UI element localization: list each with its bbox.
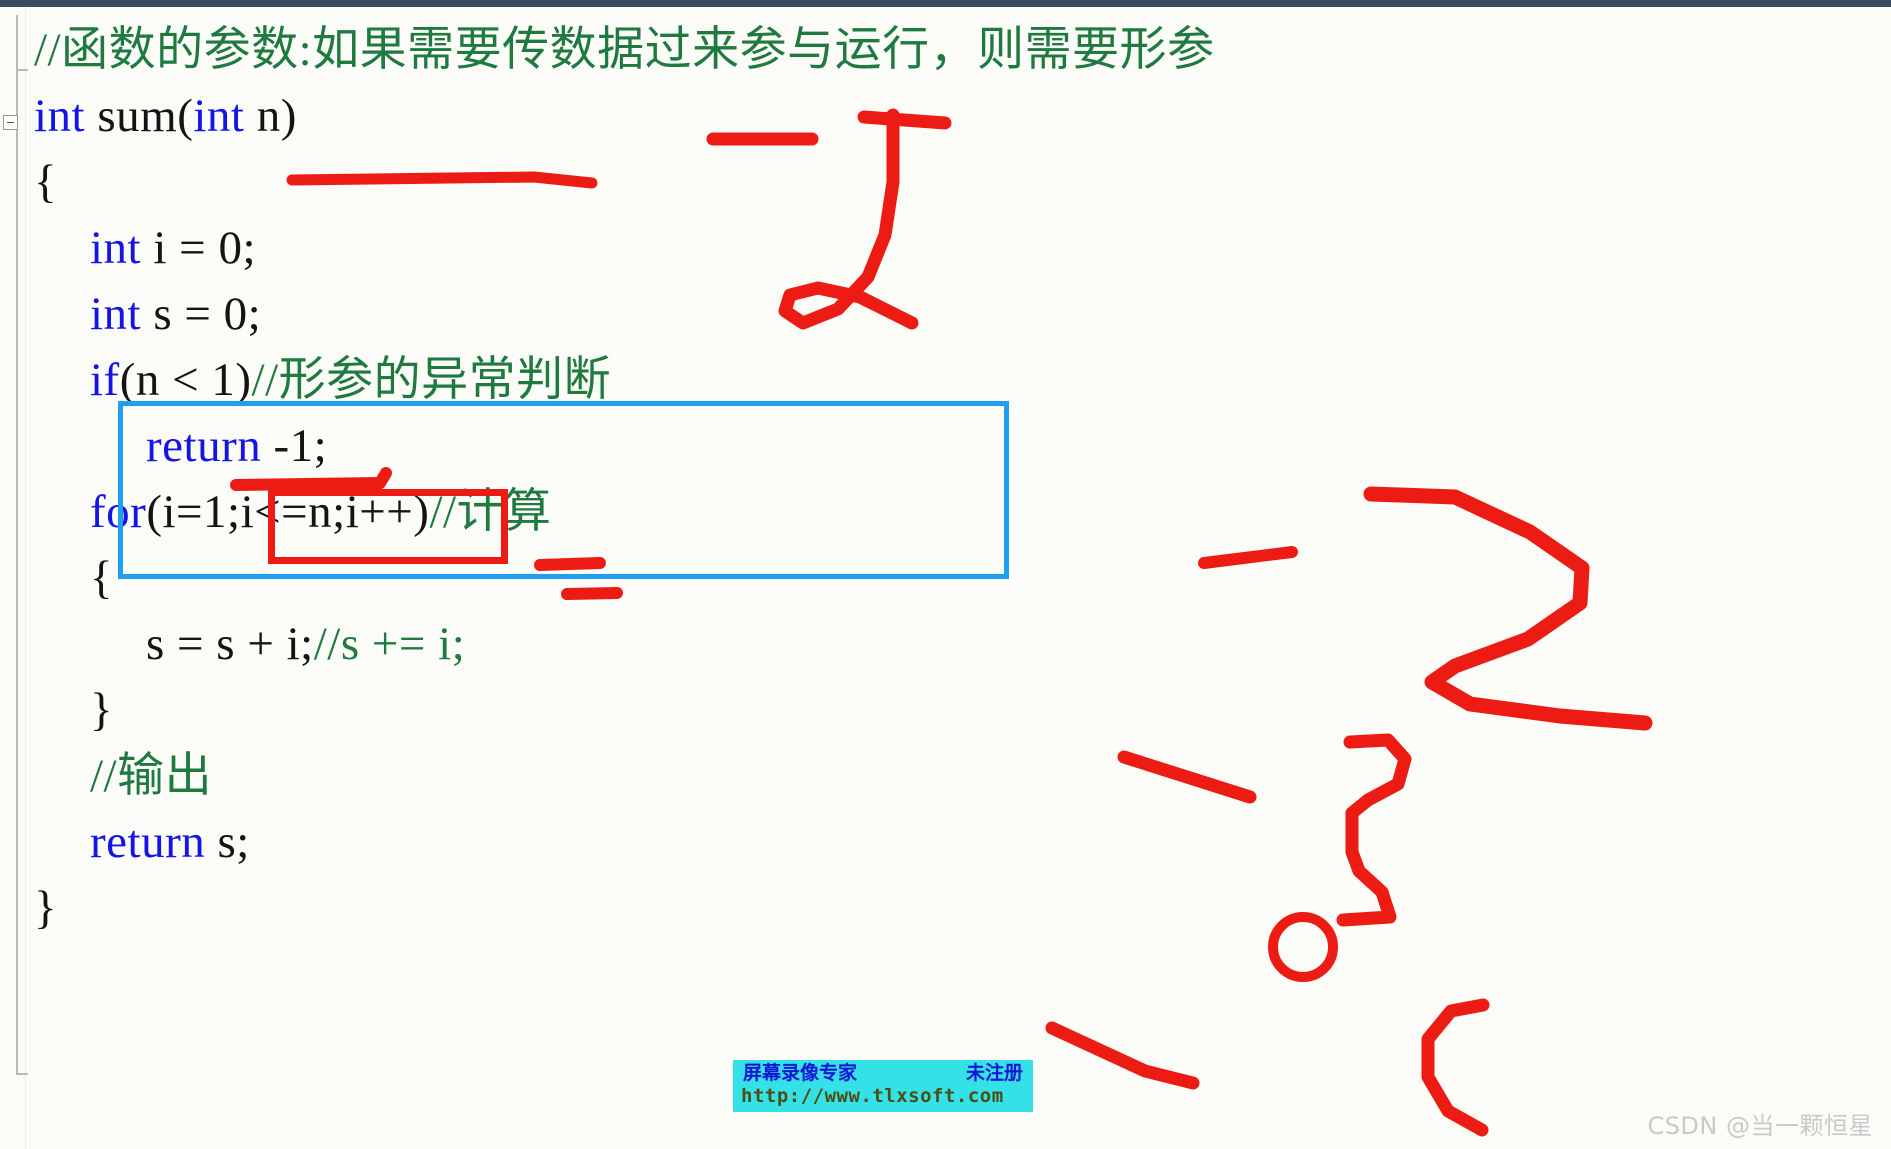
screen-recorder-watermark: 屏幕录像专家 未注册 http://www.tlxsoft.com bbox=[733, 1060, 1033, 1112]
code-editor-surface[interactable]: //函数的参数:如果需要传数据过来参与运行，则需要形参 int sum(int n… bbox=[0, 7, 1891, 1149]
line-if-guard-seg-1-plain: (n < 1) bbox=[119, 354, 252, 406]
line-open-brace-seg-0-plain: { bbox=[34, 156, 58, 208]
line-comment-output[interactable]: //输出 bbox=[90, 743, 212, 809]
line-for-loop-seg-0-keyword: for bbox=[90, 486, 147, 538]
line-function-signature-seg-0-keyword: int bbox=[34, 90, 86, 142]
line-decl-i-seg-1-plain: i = 0; bbox=[141, 222, 256, 274]
line-function-signature-seg-3-plain: n) bbox=[244, 90, 297, 142]
line-comment-output-seg-0-comment: //输出 bbox=[90, 750, 213, 802]
line-decl-i[interactable]: int i = 0; bbox=[90, 215, 256, 281]
line-if-guard-seg-2-comment: //形参的异常判断 bbox=[251, 354, 612, 406]
line-return-s-seg-0-keyword: return bbox=[90, 816, 206, 868]
line-accumulate-seg-0-plain: s = s + i; bbox=[146, 618, 314, 670]
line-decl-i-seg-0-keyword: int bbox=[90, 222, 142, 274]
csdn-watermark: CSDN @当一颗恒星 bbox=[1647, 1112, 1873, 1140]
line-accumulate[interactable]: s = s + i;//s += i; bbox=[146, 611, 465, 677]
line-accumulate-seg-1-comment: //s += i; bbox=[313, 618, 466, 670]
line-function-signature-seg-2-keyword: int bbox=[193, 90, 245, 142]
line-comment-params-seg-0-comment: //函数的参数:如果需要传数据过来参与运行，则需要形参 bbox=[34, 24, 1215, 76]
window-titlebar bbox=[0, 0, 1891, 7]
line-return-s[interactable]: return s; bbox=[90, 809, 250, 875]
line-if-guard-seg-0-keyword: if bbox=[90, 354, 120, 406]
line-decl-s-seg-1-plain: s = 0; bbox=[141, 288, 262, 340]
line-decl-s[interactable]: int s = 0; bbox=[90, 281, 261, 347]
line-decl-s-seg-0-keyword: int bbox=[90, 288, 142, 340]
line-comment-params[interactable]: //函数的参数:如果需要传数据过来参与运行，则需要形参 bbox=[34, 17, 1215, 83]
line-return-s-seg-1-plain: s; bbox=[205, 816, 250, 868]
code-text-area[interactable]: //函数的参数:如果需要传数据过来参与运行，则需要形参 int sum(int n… bbox=[26, 7, 1891, 1149]
outlining-vertical-bar bbox=[16, 15, 18, 1075]
recorder-url: http://www.tlxsoft.com bbox=[741, 1085, 1004, 1107]
recorder-status: 未注册 bbox=[965, 1062, 1023, 1084]
line-function-signature-seg-1-plain: sum( bbox=[85, 90, 194, 142]
line-close-brace[interactable]: } bbox=[34, 875, 57, 941]
editor-indicator-margin bbox=[0, 7, 28, 1149]
line-return-minus-one[interactable]: return -1; bbox=[146, 413, 327, 479]
line-loop-close-brace-seg-0-plain: } bbox=[90, 684, 114, 736]
line-loop-open-brace[interactable]: { bbox=[90, 545, 113, 611]
line-loop-open-brace-seg-0-plain: { bbox=[90, 552, 114, 604]
line-function-signature[interactable]: int sum(int n) bbox=[34, 83, 297, 149]
line-return-minus-one-seg-1-plain: -1; bbox=[261, 420, 328, 472]
line-for-loop-seg-2-comment: //计算 bbox=[429, 486, 552, 538]
line-loop-close-brace[interactable]: } bbox=[90, 677, 113, 743]
line-for-loop[interactable]: for(i=1;i<=n;i++)//计算 bbox=[90, 479, 552, 545]
recorder-title: 屏幕录像专家 bbox=[743, 1062, 858, 1084]
line-return-minus-one-seg-0-keyword: return bbox=[146, 420, 262, 472]
line-close-brace-seg-0-plain: } bbox=[34, 882, 58, 934]
screen-recording-frame: //函数的参数:如果需要传数据过来参与运行，则需要形参 int sum(int n… bbox=[0, 0, 1891, 1149]
line-for-loop-seg-1-plain: (i=1;i<=n;i++) bbox=[146, 486, 430, 538]
line-if-guard[interactable]: if(n < 1)//形参的异常判断 bbox=[90, 347, 611, 413]
collapse-region-icon[interactable] bbox=[3, 115, 18, 130]
line-open-brace[interactable]: { bbox=[34, 149, 57, 215]
